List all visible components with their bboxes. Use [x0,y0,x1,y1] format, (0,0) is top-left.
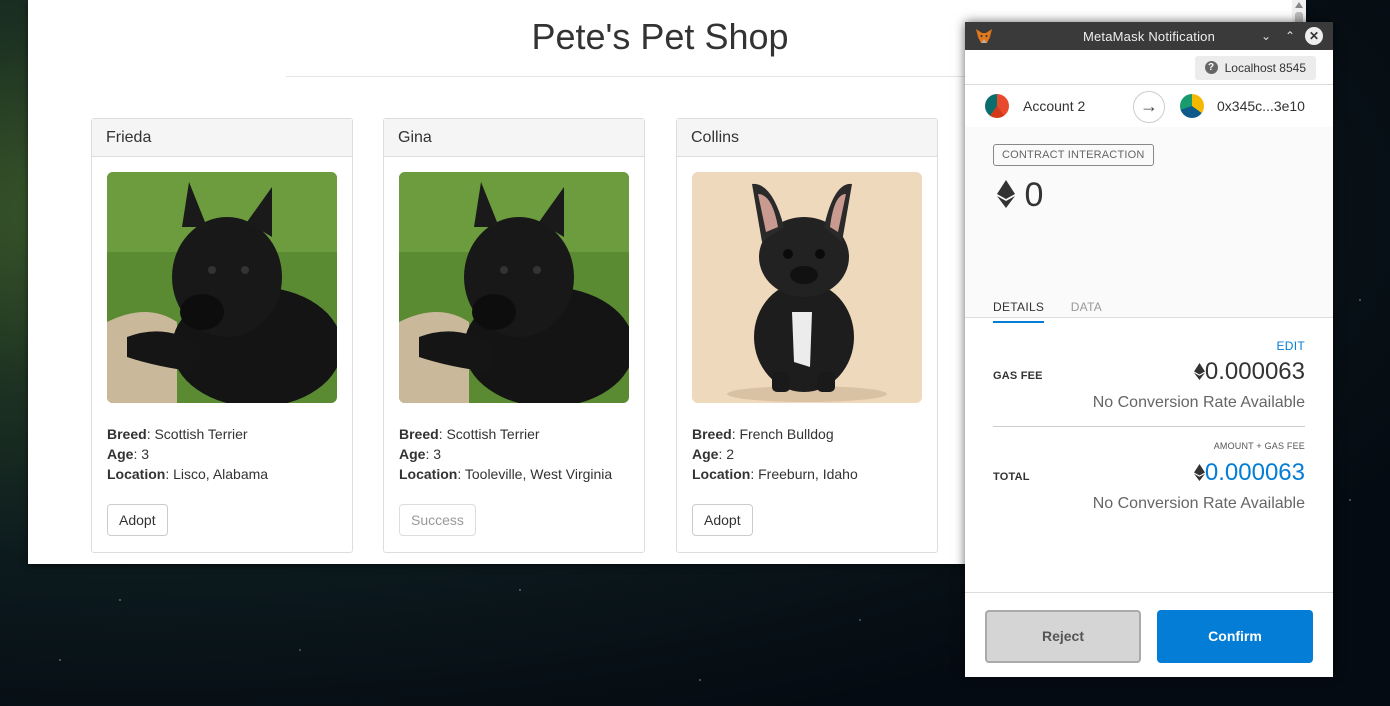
pet-name: Gina [384,119,644,157]
adopt-button[interactable]: Adopt [107,504,168,536]
breed-value: Scottish Terrier [446,426,540,442]
confirm-button[interactable]: Confirm [1157,610,1313,663]
from-account-name: Account 2 [1023,98,1086,114]
ethereum-icon [997,178,1015,217]
title-divider [286,76,1034,77]
edit-gas-link[interactable]: EDIT [1276,339,1305,353]
network-name: Localhost 8545 [1224,61,1306,75]
location-label: Location [107,466,166,482]
metamask-notification-window: MetaMask Notification ⌄ ⌃ ✕ ? Localhost … [965,22,1333,677]
window-title: MetaMask Notification [1082,29,1216,44]
reject-button[interactable]: Reject [985,610,1141,663]
recipient-identicon [1180,94,1204,118]
age-label: Age [692,446,719,462]
minimize-chevron-down-icon[interactable]: ⌄ [1257,27,1275,45]
breed-value: Scottish Terrier [154,426,248,442]
close-icon[interactable]: ✕ [1305,27,1323,45]
total-conversion: No Conversion Rate Available [1092,495,1305,512]
age-value: 3 [141,446,150,462]
pet-photo-scottish-terrier [107,172,337,403]
location-value: Tooleville, West Virginia [464,466,613,482]
pet-card-gina: Gina Breed: Scottish Terrier Age: 3 Loca… [383,118,645,553]
pet-info: Breed: Scottish Terrier Age: 3 Location:… [107,426,269,482]
divider [993,426,1305,427]
pet-card-frieda: Frieda Breed: Scottish Terrier Age: 3 Lo… [91,118,353,553]
action-footer: Reject Confirm [965,592,1333,677]
tab-data[interactable]: DATA [1071,300,1102,321]
question-icon: ? [1204,61,1218,74]
total-value: 0.000063 [1204,459,1305,486]
transaction-summary: CONTRACT INTERACTION 0 DETAILS DATA [965,127,1333,323]
location-value: Lisco, Alabama [173,466,269,482]
window-titlebar[interactable]: MetaMask Notification ⌄ ⌃ ✕ [965,22,1333,50]
gas-fee-conversion: No Conversion Rate Available [1092,394,1305,411]
gas-fee-value: 0.000063 [1204,358,1305,385]
location-value: Freeburn, Idaho [758,466,858,482]
tab-details[interactable]: DETAILS [993,300,1045,323]
location-label: Location [692,466,751,482]
gas-fee-label: GAS FEE [993,370,1043,382]
age-label: Age [107,446,134,462]
metamask-body: ? Localhost 8545 Account 2 → 0x345c...3e… [965,50,1333,677]
amount-value: 0 [1024,176,1044,214]
network-indicator[interactable]: ? Localhost 8545 [1194,56,1316,80]
transaction-amount: 0 [997,176,1043,217]
recipient-address[interactable]: 0x345c...3e10 [1217,98,1305,114]
breed-label: Breed [107,426,147,442]
gas-fee-amount: 0.000063 [1193,358,1305,387]
pet-name: Collins [677,119,937,157]
ethereum-icon [1193,460,1205,488]
breed-label: Breed [692,426,732,442]
account-row: Account 2 → 0x345c...3e10 [965,84,1333,128]
age-value: 2 [726,446,735,462]
location-label: Location [399,466,458,482]
total-amount: 0.000063 [1193,459,1305,488]
maximize-chevron-up-icon[interactable]: ⌃ [1281,27,1299,45]
tab-bar: DETAILS DATA [993,298,1124,323]
scroll-up-arrow-icon[interactable] [1295,2,1303,8]
adopt-button-success[interactable]: Success [399,504,476,536]
account-identicon [985,94,1009,118]
breed-value: French Bulldog [739,426,834,442]
pet-card-collins: Collins Breed: French Bulldog Age: 2 Loc… [676,118,938,553]
age-label: Age [399,446,426,462]
adopt-button[interactable]: Adopt [692,504,753,536]
amount-plus-gas-caption: AMOUNT + GAS FEE [1213,441,1305,451]
ethereum-icon [1193,359,1205,387]
pet-info: Breed: French Bulldog Age: 2 Location: F… [692,426,858,482]
arrow-right-icon: → [1133,91,1165,123]
breed-label: Breed [399,426,439,442]
pet-info: Breed: Scottish Terrier Age: 3 Location:… [399,426,613,482]
pet-photo-scottish-terrier [399,172,629,403]
pet-name: Frieda [92,119,352,157]
contract-interaction-badge: CONTRACT INTERACTION [993,144,1154,166]
pet-photo-french-bulldog [692,172,922,403]
total-label: TOTAL [993,471,1030,483]
age-value: 3 [433,446,442,462]
